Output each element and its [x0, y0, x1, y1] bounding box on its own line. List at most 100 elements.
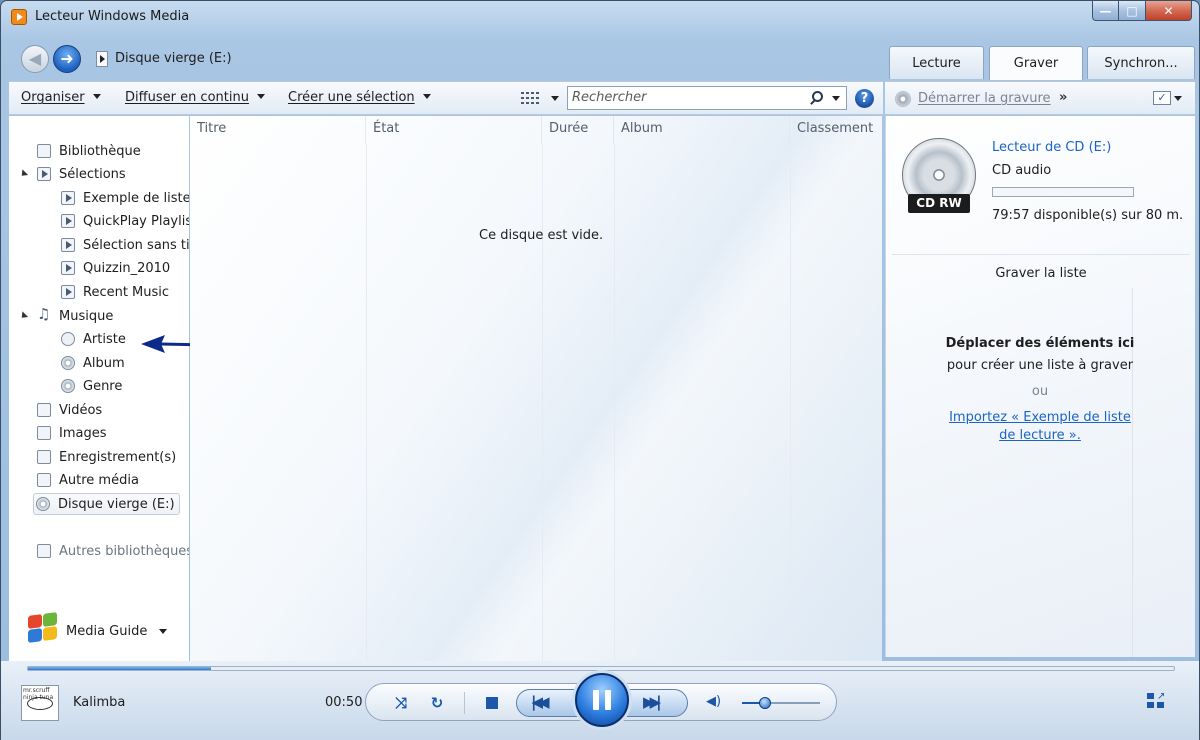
view-options-dropdown-icon[interactable] [551, 96, 559, 101]
nav-videos[interactable]: Vidéos [37, 399, 102, 421]
tv-recording-icon [37, 450, 51, 464]
view-options-icon[interactable] [521, 91, 539, 105]
nav-other-libraries[interactable]: Autres bibliothèques [37, 540, 189, 562]
nav-playlist-item[interactable]: Exemple de liste de lecture [61, 187, 189, 209]
drop-items-subtitle: pour créer une liste à graver [946, 358, 1134, 373]
pause-button[interactable] [575, 673, 629, 727]
tab-graver[interactable]: Graver [989, 46, 1083, 80]
close-icon: ✕ [1163, 3, 1174, 18]
nav-genre[interactable]: Genre [61, 375, 122, 397]
breadcrumb[interactable]: Disque vierge (E:) [115, 51, 232, 66]
other-media-icon [37, 473, 51, 487]
import-playlist-link[interactable]: Importez « Exemple de liste de lecture »… [940, 409, 1140, 445]
cd-rw-disc-icon: CD RW [902, 138, 978, 214]
nav-images[interactable]: Images [37, 422, 107, 444]
previous-track-button[interactable]: |◀◀ [531, 693, 549, 711]
repeat-icon[interactable]: ↻ [428, 694, 446, 712]
close-button[interactable]: ✕ [1146, 1, 1192, 21]
media-guide-button[interactable]: Media Guide [66, 620, 168, 642]
switch-to-now-playing-icon[interactable]: ↗ [1147, 691, 1167, 709]
breadcrumb-chevron-icon[interactable] [96, 51, 108, 67]
capacity-bar [992, 187, 1134, 197]
volume-slider-knob[interactable] [759, 697, 772, 709]
burn-pane-divider [892, 254, 1190, 255]
expand-playlists-icon[interactable] [18, 169, 29, 179]
column-header-album[interactable]: Album [614, 116, 790, 144]
expand-music-icon[interactable] [18, 311, 29, 321]
drive-name-link[interactable]: Lecteur de CD (E:) [992, 140, 1111, 155]
organize-menu[interactable]: Organiser [21, 90, 101, 105]
maximize-button[interactable]: □ [1119, 1, 1146, 21]
stream-menu[interactable]: Diffuser en continu [125, 90, 265, 105]
nav-library[interactable]: Bibliothèque [37, 140, 141, 162]
album-icon [61, 356, 75, 370]
search-icon[interactable] [812, 91, 823, 102]
windows-logo-icon [26, 612, 58, 643]
tab-synchroniser[interactable]: Synchron... [1087, 46, 1195, 79]
elapsed-time[interactable]: 00:50 [325, 695, 362, 710]
playback-bar: mr.scruff ninja tuna Kalimba 00:50 ⤨ ↻ |… [1, 661, 1199, 740]
playlist-icon [61, 214, 75, 228]
transport-separator [464, 692, 465, 714]
search-dropdown-icon[interactable] [832, 96, 840, 101]
nav-recordings[interactable]: Enregistrement(s) [37, 446, 176, 468]
more-commands-icon[interactable]: » [1059, 90, 1067, 105]
column-header-duration[interactable]: Durée [542, 116, 614, 144]
seek-bar[interactable] [27, 666, 1175, 671]
content-list-area[interactable]: Titre État Durée Album Classement Ce dis… [190, 116, 882, 661]
burn-list-title[interactable]: Graver la liste [886, 266, 1196, 281]
nav-album[interactable]: Album [61, 352, 125, 374]
disc-type: CD audio [992, 163, 1052, 178]
disc-icon [36, 497, 50, 511]
caption-buttons: — □ ✕ [1092, 1, 1192, 21]
volume-icon[interactable]: ◀) [706, 694, 721, 709]
column-headers: Titre État Durée Album Classement [190, 116, 882, 144]
window-title: Lecteur Windows Media [35, 9, 190, 24]
search-box [567, 86, 847, 110]
now-playing-title: Kalimba [73, 695, 126, 710]
help-icon[interactable]: ? [855, 89, 874, 108]
shuffle-icon[interactable]: ⤨ [392, 694, 410, 712]
burn-options-dropdown-icon[interactable] [1174, 96, 1182, 101]
album-art-thumbnail[interactable]: mr.scruff ninja tuna [21, 685, 59, 721]
cd-rw-label: CD RW [908, 194, 970, 213]
music-note-icon [37, 305, 51, 323]
volume-slider[interactable] [742, 697, 820, 709]
nav-playlist-item[interactable]: Sélection sans titre [61, 234, 189, 256]
burn-toolbar: Démarrer la gravure » ✓ [885, 81, 1195, 115]
nav-playlist-item[interactable]: Recent Music [61, 281, 169, 303]
or-label: ou [1031, 384, 1049, 399]
tab-lecture[interactable]: Lecture [889, 46, 984, 79]
playlist-icon [61, 261, 75, 275]
navigation-bar: ◀ ➜ Disque vierge (E:) [9, 37, 883, 79]
minimize-button[interactable]: — [1092, 1, 1119, 21]
title-bar[interactable]: Lecteur Windows Media — □ ✕ [1, 1, 1199, 35]
seek-bar-progress [28, 667, 212, 670]
start-burn-button[interactable]: Démarrer la gravure [918, 91, 1051, 106]
nav-music[interactable]: Musique [37, 305, 113, 327]
library-icon [37, 144, 51, 158]
column-header-status[interactable]: État [366, 116, 542, 144]
forward-button[interactable]: ➜ [53, 45, 81, 73]
burn-options-icon[interactable]: ✓ [1153, 91, 1171, 105]
nav-playlist-item[interactable]: Quizzin_2010 [61, 257, 170, 279]
back-button[interactable]: ◀ [21, 45, 49, 73]
column-header-title[interactable]: Titre [190, 116, 366, 144]
nav-blank-disc[interactable]: Disque vierge (E:) [33, 493, 180, 515]
create-playlist-menu[interactable]: Créer une sélection [288, 90, 431, 105]
nav-playlist-item[interactable]: QuickPlay Playlist [61, 210, 189, 232]
image-icon [37, 426, 51, 440]
column-header-rating[interactable]: Classement [790, 116, 882, 144]
capacity-text: 79:57 disponible(s) sur 80 m... [992, 208, 1182, 223]
forward-arrow-icon: ➜ [60, 49, 74, 68]
wmp-window: Lecteur Windows Media — □ ✕ ◀ ➜ Disque v… [0, 0, 1200, 740]
nav-other-media[interactable]: Autre média [37, 469, 139, 491]
stop-button[interactable] [486, 697, 498, 709]
search-input[interactable] [572, 90, 802, 105]
nav-playlists[interactable]: Sélections [37, 163, 126, 185]
next-track-button[interactable]: ▶▶| [643, 693, 661, 711]
drop-items-heading: Déplacer des éléments ici [945, 336, 1135, 351]
back-arrow-icon: ◀ [28, 49, 42, 68]
nav-artist[interactable]: Artiste [61, 328, 126, 350]
burn-pane: CD RW Lecteur de CD (E:) CD audio 79:57 … [885, 116, 1195, 657]
